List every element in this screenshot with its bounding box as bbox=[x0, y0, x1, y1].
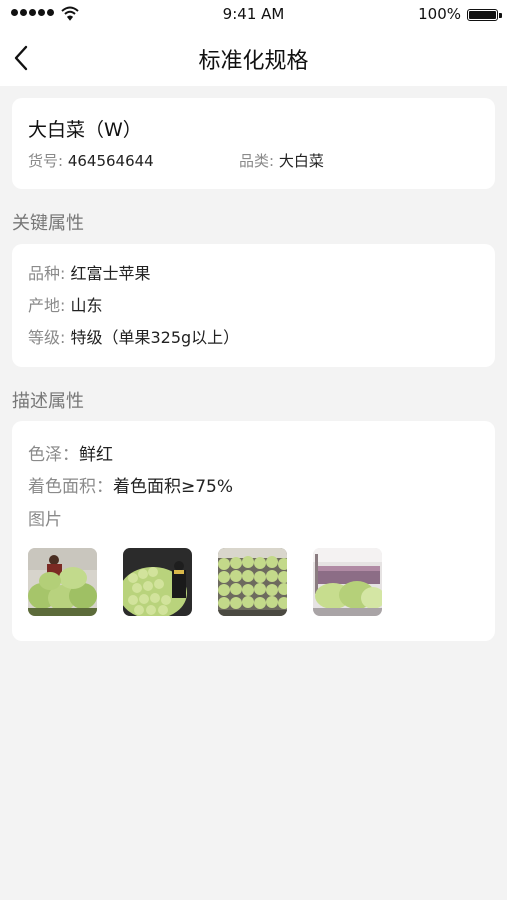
attr-row-coloring-area: 着色面积：着色面积≥75% bbox=[28, 472, 233, 497]
attr-label: 等级: bbox=[28, 328, 71, 347]
product-sku: 货号: 464564644 bbox=[28, 150, 154, 171]
attr-value: 特级（单果325g以上） bbox=[70, 328, 240, 347]
photo-thumbnail[interactable] bbox=[28, 548, 97, 616]
photo-thumbnail[interactable] bbox=[313, 548, 382, 616]
attr-label: 产地: bbox=[28, 296, 71, 315]
photo-gallery bbox=[28, 548, 382, 616]
desc-attributes-card: 色泽：鲜红 着色面积：着色面积≥75% 图片 bbox=[12, 421, 495, 641]
attr-label: 品种: bbox=[28, 264, 71, 283]
key-attributes-title: 关键属性 bbox=[12, 213, 84, 234]
photo-thumbnail[interactable] bbox=[123, 548, 192, 616]
battery-icon bbox=[467, 9, 498, 21]
status-bar: 9:41 AM 100% bbox=[0, 0, 507, 30]
attr-label: 色泽： bbox=[28, 445, 79, 465]
key-attributes-card: 品种: 红富士苹果 产地: 山东 等级: 特级（单果325g以上） bbox=[12, 244, 495, 367]
attr-row-origin: 产地: 山东 bbox=[28, 292, 103, 316]
attr-value: 鲜红 bbox=[79, 445, 113, 465]
attr-row-variety: 品种: 红富士苹果 bbox=[28, 260, 151, 284]
desc-attributes-title: 描述属性 bbox=[12, 391, 84, 412]
navigation-bar: 标准化规格 bbox=[0, 30, 507, 86]
attr-value: 山东 bbox=[70, 296, 103, 315]
attr-row-color: 色泽：鲜红 bbox=[28, 440, 113, 465]
images-label: 图片 bbox=[28, 510, 62, 530]
page-title: 标准化规格 bbox=[198, 49, 309, 74]
sku-value: 464564644 bbox=[67, 152, 154, 170]
product-category: 品类: 大白菜 bbox=[239, 150, 324, 171]
sku-label: 货号: bbox=[28, 152, 68, 170]
attr-value: 着色面积≥75% bbox=[113, 477, 234, 497]
product-card: 大白菜（W） 货号: 464564644 品类: 大白菜 bbox=[12, 98, 495, 189]
attr-row-grade: 等级: 特级（单果325g以上） bbox=[28, 324, 239, 348]
battery-cap bbox=[499, 13, 502, 18]
battery-percentage: 100% bbox=[418, 5, 461, 23]
photo-thumbnail[interactable] bbox=[218, 548, 287, 616]
category-value: 大白菜 bbox=[278, 152, 324, 170]
product-name: 大白菜（W） bbox=[28, 119, 142, 141]
attr-label: 着色面积： bbox=[28, 477, 113, 497]
category-label: 品类: bbox=[239, 152, 279, 170]
attr-value: 红富士苹果 bbox=[70, 264, 151, 283]
